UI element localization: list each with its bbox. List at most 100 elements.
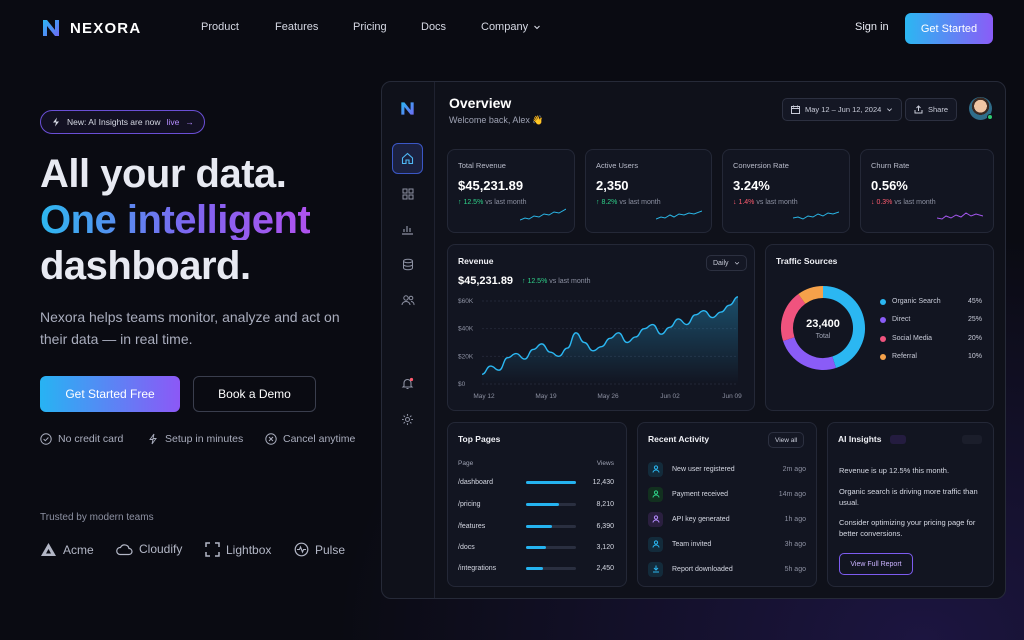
nav-product[interactable]: Product	[201, 21, 239, 33]
table-row[interactable]: /features 6,390	[458, 523, 614, 530]
kpi-sparkline	[656, 210, 702, 220]
table-row[interactable]: /pricing 8,210	[458, 501, 614, 508]
table-row[interactable]: /integrations 2,450	[458, 565, 614, 572]
page-path: /pricing	[458, 501, 481, 508]
sidebar-users[interactable]	[392, 284, 423, 315]
kpi-label: Total Revenue	[458, 161, 506, 170]
legend-dot	[880, 335, 886, 342]
traffic-total-label: Total	[815, 333, 831, 340]
gear-icon	[402, 414, 413, 425]
legend-label: Direct	[892, 316, 911, 323]
views-bar-fill	[526, 481, 576, 484]
download-icon	[648, 561, 663, 577]
brand-logo[interactable]: NEXORA	[40, 17, 141, 39]
headline-line-3: dashboard.	[40, 244, 251, 288]
x-tick-label: Jun 02	[660, 393, 680, 400]
activity-item[interactable]: Payment received 14m ago	[648, 486, 806, 502]
traffic-title: Traffic Sources	[776, 256, 838, 266]
key-icon	[648, 511, 663, 527]
activity-time: 5h ago	[784, 565, 806, 573]
kpi-card-users: Active Users 2,350 ↑ 8.2% vs last month	[585, 149, 712, 233]
page-path: /features	[458, 523, 486, 530]
y-tick-label: $60K	[458, 298, 474, 305]
brand-label: Pulse	[315, 542, 346, 557]
x-tick-label: Jun 09	[722, 393, 742, 400]
get-started-free-button[interactable]: Get Started Free	[40, 376, 180, 412]
top-pages-header: Page Views	[458, 460, 614, 467]
perk-label: No credit card	[58, 433, 124, 445]
sidebar-grid[interactable]	[392, 178, 423, 209]
sidebar-settings[interactable]	[392, 404, 423, 435]
team-icon	[648, 536, 663, 552]
view-all-button[interactable]: View all	[768, 432, 805, 448]
headline-line-1: All your data.	[40, 152, 287, 196]
nav-company[interactable]: Company	[481, 21, 541, 33]
home-icon	[401, 152, 414, 165]
get-started-button[interactable]: Get Started	[905, 13, 993, 44]
revenue-chart-card: Revenue $45,231.89 ↑ 12.5% vs last month…	[447, 244, 755, 411]
activity-item[interactable]: Team invited 3h ago	[648, 536, 806, 552]
trusted-label: Trusted by modern teams	[40, 512, 154, 523]
nav-features[interactable]: Features	[275, 21, 318, 33]
kpi-sparkline	[520, 208, 566, 221]
icon-glyph	[652, 565, 659, 573]
kpi-delta-suffix: vs last month	[756, 199, 798, 206]
brand-label: Acme	[63, 542, 94, 557]
perk-label: Setup in minutes	[165, 433, 244, 445]
activity-time: 1h ago	[784, 515, 806, 523]
activity-text: Team invited	[672, 540, 712, 548]
payment-icon	[648, 486, 663, 502]
activity-text: New user registered	[672, 465, 735, 473]
activity-item[interactable]: Report downloaded 5h ago	[648, 561, 806, 577]
frame-icon	[205, 542, 220, 557]
sidebar-database[interactable]	[392, 249, 423, 280]
calendar-icon	[791, 105, 800, 114]
brand-name: NEXORA	[70, 19, 142, 37]
chevron-down-icon	[887, 108, 893, 112]
top-pages-title: Top Pages	[458, 434, 501, 444]
sidebar-analytics[interactable]	[392, 213, 423, 244]
kpi-delta-suffix: vs last month	[485, 199, 527, 206]
legend-label: Referral	[892, 353, 917, 360]
book-demo-button[interactable]: Book a Demo	[193, 376, 316, 412]
perk-setup: Setup in minutes	[147, 433, 243, 445]
views-bar-fill	[526, 503, 559, 506]
nav-docs[interactable]: Docs	[421, 21, 446, 33]
kpi-delta-value: 0.3%	[876, 199, 893, 206]
nav-pricing[interactable]: Pricing	[353, 21, 387, 33]
icon-glyph	[652, 490, 659, 498]
legend-row: Referral 10%	[880, 353, 982, 360]
brand-acme: Acme	[40, 542, 94, 557]
sidebar-home[interactable]	[392, 143, 423, 174]
dashboard-sidebar	[382, 82, 435, 598]
legend-label: Social Media	[892, 335, 933, 342]
table-row[interactable]: /docs 3,120	[458, 544, 614, 551]
views-bar-fill	[526, 567, 543, 570]
sidebar-notifications[interactable]	[392, 368, 423, 399]
activity-text: API key generated	[672, 515, 730, 523]
activity-item[interactable]: API key generated 1h ago	[648, 511, 806, 527]
x-tick-label: May 26	[597, 393, 619, 400]
kpi-card-conversion: Conversion Rate 3.24% ↓ 1.4% vs last mon…	[722, 149, 850, 233]
legend-dot	[880, 298, 886, 305]
activity-time: 14m ago	[778, 490, 806, 498]
views-bar	[526, 525, 576, 528]
views-bar-fill	[526, 546, 546, 549]
announcement-badge[interactable]: New: AI Insights are now live →	[40, 110, 205, 134]
activity-item[interactable]: New user registered 2m ago	[648, 461, 806, 477]
ai-title: AI Insights	[838, 434, 882, 444]
kpi-value: 2,350	[596, 178, 629, 193]
view-full-report-button[interactable]: View Full Report	[839, 553, 913, 575]
date-range-picker[interactable]: May 12 – Jun 12, 2024	[782, 98, 903, 121]
share-button[interactable]: Share	[905, 98, 958, 121]
kpi-delta-suffix: vs last month	[619, 199, 661, 206]
kpi-value: 3.24%	[733, 178, 770, 193]
activity-text: Report downloaded	[672, 565, 733, 573]
perk-label: Cancel anytime	[283, 433, 356, 445]
kpi-label: Active Users	[596, 161, 639, 170]
bell-icon	[401, 377, 414, 390]
signin-link[interactable]: Sign in	[855, 21, 889, 33]
table-row[interactable]: /dashboard 12,430	[458, 479, 614, 486]
kpi-sparkline	[793, 211, 839, 220]
legend-pct: 20%	[967, 335, 982, 342]
